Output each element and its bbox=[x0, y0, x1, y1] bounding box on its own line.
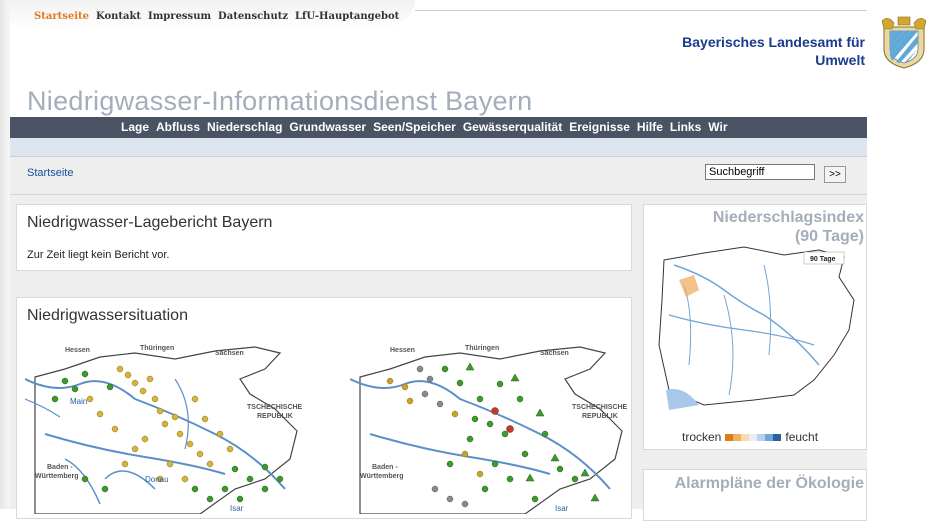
map-right-svg: Hessen Thüringen Sachsen TSCHECHISCHE RE… bbox=[349, 345, 628, 515]
main-nav-item-lage[interactable]: Lage bbox=[121, 120, 149, 134]
main-nav-item-grundwasser[interactable]: Grundwasser bbox=[289, 120, 366, 134]
top-nav-item-impressum[interactable]: Impressum bbox=[148, 11, 211, 22]
content-divider bbox=[10, 194, 867, 195]
alarm-plans-box[interactable]: Alarmpläne der Ökologie bbox=[643, 469, 867, 521]
page-frame: Startseite Kontakt Impressum Datenschutz LfU… bbox=[10, 0, 867, 521]
report-text: Zur Zeit liegt kein Bericht vor. bbox=[27, 249, 170, 261]
search-button[interactable]: >> bbox=[824, 166, 846, 183]
top-divider bbox=[415, 10, 867, 11]
legend-wet: feucht bbox=[785, 430, 819, 444]
label-baden-1: Baden - bbox=[47, 464, 73, 471]
page-left-shadow bbox=[0, 0, 10, 509]
main-nav-item-ereignisse[interactable]: Ereignisse bbox=[569, 120, 630, 134]
label-sachsen: Sachsen bbox=[215, 350, 244, 357]
situation-box: Niedrigwassersituation Hessen Thüringen … bbox=[16, 297, 632, 519]
main-nav-item-niederschlag[interactable]: Niederschlag bbox=[207, 120, 282, 134]
label-thueringen: Thüringen bbox=[465, 345, 499, 352]
label-tschech-2: REPUBLIK bbox=[257, 413, 293, 420]
label-thueringen: Thüringen bbox=[140, 345, 174, 352]
legend-dry: trocken bbox=[682, 430, 722, 444]
precip-period-label: 90 Tage bbox=[810, 256, 836, 263]
report-box: Niedrigwasser-Lagebericht Bayern Zur Zei… bbox=[16, 204, 632, 271]
main-nav: Lage Abfluss Niederschlag Grundwasser Seen/S… bbox=[10, 117, 867, 138]
top-nav-item-datenschutz[interactable]: Datenschutz bbox=[218, 11, 288, 22]
main-nav-item-abfluss[interactable]: Abfluss bbox=[156, 120, 200, 134]
alarm-title: Alarmpläne der Ökologie bbox=[674, 475, 864, 492]
precip-index-box[interactable]: Niederschlagsindex (90 Tage) 90 Tage tro… bbox=[643, 204, 867, 450]
label-tschech-2: REPUBLIK bbox=[582, 413, 618, 420]
top-nav-item-startseite[interactable]: Startseite bbox=[34, 11, 89, 22]
main-nav-item-seen-speicher[interactable]: Seen/Speicher bbox=[373, 120, 456, 134]
label-sachsen: Sachsen bbox=[540, 350, 569, 357]
sub-bar bbox=[10, 138, 867, 157]
main-nav-item-gew-sserqualit-t[interactable]: Gewässerqualität bbox=[463, 120, 562, 134]
agency-name[interactable]: Bayerisches Landesamt für Umwelt bbox=[682, 33, 865, 69]
agency-line1[interactable]: Bayerisches Landesamt für bbox=[682, 33, 865, 51]
breadcrumb[interactable]: Startseite bbox=[27, 167, 73, 179]
content-area: Startseite Suchbegriff >> Niedrigwasser-… bbox=[10, 157, 867, 521]
map-left-svg: Hessen Thüringen Sachsen TSCHECHISCHE RE… bbox=[24, 345, 303, 515]
situation-map-right[interactable]: Hessen Thüringen Sachsen TSCHECHISCHE RE… bbox=[349, 339, 630, 515]
precip-map-svg: 90 Tage bbox=[658, 246, 855, 410]
precip-legend: trocken feucht bbox=[682, 430, 818, 444]
label-hessen: Hessen bbox=[65, 347, 90, 354]
main-nav-item-hilfe[interactable]: Hilfe bbox=[637, 120, 663, 134]
situation-map-left[interactable]: Hessen Thüringen Sachsen TSCHECHISCHE RE… bbox=[24, 339, 305, 515]
label-tschech-1: TSCHECHISCHE bbox=[247, 404, 303, 411]
main-nav-item-wir[interactable]: Wir bbox=[708, 120, 727, 134]
label-baden-2: Württemberg bbox=[35, 473, 79, 480]
label-tschech-1: TSCHECHISCHE bbox=[572, 404, 628, 411]
label-main: Main bbox=[70, 397, 87, 406]
main-nav-item-links[interactable]: Links bbox=[670, 120, 701, 134]
label-hessen: Hessen bbox=[390, 347, 415, 354]
agency-line2[interactable]: Umwelt bbox=[682, 51, 865, 69]
situation-title: Niedrigwassersituation bbox=[27, 307, 188, 324]
top-nav: Startseite Kontakt Impressum Datenschutz LfU… bbox=[10, 0, 415, 30]
legend-bar bbox=[725, 433, 782, 441]
label-donau: Donau bbox=[145, 475, 169, 484]
top-nav-item-lfu-hauptangebot[interactable]: LfU-Hauptangebot bbox=[295, 11, 399, 22]
report-title: Niedrigwasser-Lagebericht Bayern bbox=[27, 214, 273, 231]
label-baden-1: Baden - bbox=[372, 464, 398, 471]
top-nav-item-kontakt[interactable]: Kontakt bbox=[96, 11, 141, 22]
bavaria-crest-icon bbox=[881, 16, 927, 69]
search-input[interactable]: Suchbegriff bbox=[705, 164, 815, 180]
site-title: Niedrigwasser-Informationsdienst Bayern bbox=[27, 86, 533, 116]
label-baden-2: Württemberg bbox=[360, 473, 404, 480]
